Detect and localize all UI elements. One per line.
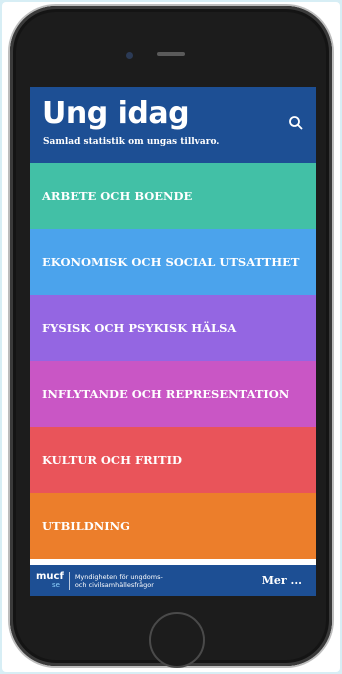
logo-suffix: se	[52, 580, 60, 589]
camera-icon	[126, 52, 133, 59]
mucf-logo[interactable]: mucf se	[36, 570, 64, 590]
agency-line-2: och civilsamhällesfrågor	[74, 580, 154, 589]
menu-item-fysisk-och-psykisk-halsa[interactable]: FYSISK OCH PSYKISK HÄLSA	[30, 295, 316, 361]
menu-item-ekonomisk-och-social-utsatthet[interactable]: EKONOMISK OCH SOCIAL UTSATTHET	[30, 229, 316, 295]
menu-item-kultur-och-fritid[interactable]: KULTUR OCH FRITID	[30, 427, 316, 493]
menu-item-label: UTBILDNING	[42, 519, 130, 533]
menu-item-label: ARBETE OCH BOENDE	[42, 189, 193, 203]
menu-item-utbildning[interactable]: UTBILDNING	[30, 493, 316, 559]
agency-name: Myndigheten för ungdoms- och civilsamhäl…	[75, 573, 262, 589]
search-button[interactable]	[286, 113, 306, 133]
app-footer: mucf se Myndigheten för ungdoms- och civ…	[30, 565, 316, 596]
agency-line-1: Myndigheten för ungdoms-	[74, 572, 163, 581]
search-icon	[289, 116, 303, 130]
more-link[interactable]: Mer ...	[262, 574, 302, 587]
app-subtitle: Samlad statistik om ungas tillvaro.	[43, 137, 220, 147]
menu-item-label: KULTUR OCH FRITID	[42, 453, 182, 467]
app-header: Ung idag Samlad statistik om ungas tillv…	[30, 87, 316, 163]
menu-item-label: INFLYTANDE OCH REPRESENTATION	[42, 387, 290, 401]
logo-text: mucf	[36, 570, 64, 582]
menu-item-label: EKONOMISK OCH SOCIAL UTSATTHET	[42, 255, 300, 269]
footer-divider	[68, 571, 70, 590]
app-title: Ung idag	[42, 96, 190, 131]
home-button[interactable]	[149, 612, 205, 668]
menu-item-label: FYSISK OCH PSYKISK HÄLSA	[42, 321, 237, 335]
speaker-grille	[157, 52, 185, 56]
menu-item-inflytande-och-representation[interactable]: INFLYTANDE OCH REPRESENTATION	[30, 361, 316, 427]
category-menu: ARBETE OCH BOENDE EKONOMISK OCH SOCIAL U…	[30, 163, 316, 559]
menu-item-arbete-och-boende[interactable]: ARBETE OCH BOENDE	[30, 163, 316, 229]
app-screen: Ung idag Samlad statistik om ungas tillv…	[30, 87, 316, 596]
